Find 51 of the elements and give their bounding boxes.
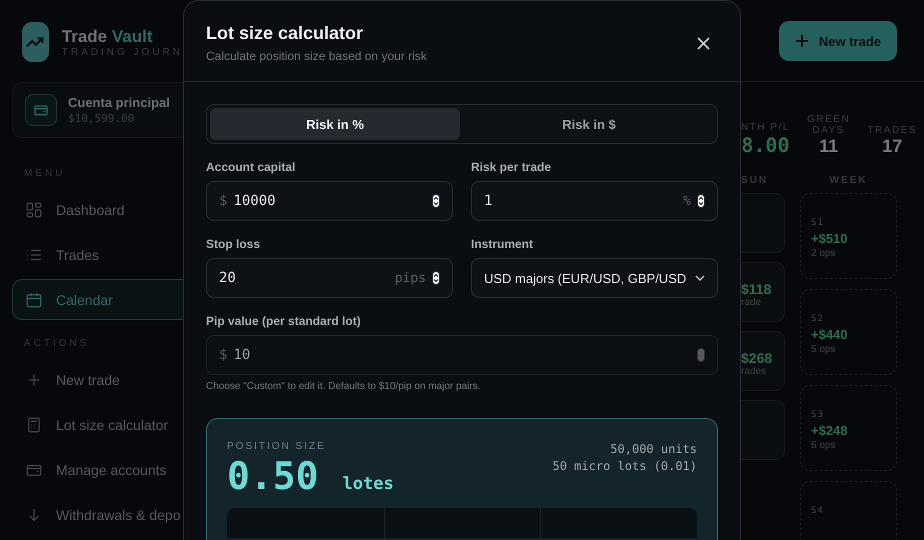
dialog-title: Lot size calculator [206,23,364,44]
sidebar-item[interactable]: Lot size calculator [12,404,183,445]
stat-value: 17 [881,136,904,157]
field-label: Risk per trade [471,160,552,174]
new-trade-button[interactable]: New trade [778,21,897,61]
lot-size-value: 0.50 [227,454,319,498]
risk-mode-tab[interactable]: Risk in $ [464,108,714,140]
brand-name: Trade [62,26,108,46]
field-label: Stop loss [206,237,262,251]
field-label: Account capital [206,160,296,174]
sidebar-item[interactable]: New trade [12,359,183,400]
brand-accent: Vault [112,26,152,46]
calendar-icon [25,290,43,308]
number-input-field[interactable]: 1 % [471,181,718,221]
wallet-icon [25,94,57,126]
close-icon [697,37,710,50]
result-label: POSITION SIZE [227,441,327,452]
brand-tagline: TRADING JOURN [62,46,183,58]
sidebar-item[interactable]: Manage accounts [12,449,183,490]
logo-icon [22,22,49,62]
field-label: Instrument [471,237,534,251]
stat-value: 11 [818,136,840,157]
help-text: Choose "Custom" to edit it. Defaults to $10/pip on major pairs. [206,381,482,392]
sidebar-item[interactable]: Calendar [12,279,183,320]
units-text: 50,000 units [609,441,697,458]
instrument-select[interactable]: USD majors (EUR/USD, GBP/USD [471,258,718,298]
sidebar-item[interactable]: Dashboard [12,189,183,230]
week-summary-card: S2 +$440 5 ops [800,289,897,375]
spinner-icon[interactable] [432,271,440,285]
lot-unit: lotes [342,474,394,494]
calculator-icon [25,416,43,434]
week-summary-card: S4 [800,481,897,540]
number-input-field[interactable]: $ 10000 [206,181,453,221]
micro-lots-text: 50 micro lots (0.01) [552,458,697,475]
account-name: Cuenta principal [68,95,170,110]
field-label: Pip value (per standard lot) [206,314,362,328]
plus-icon [794,34,809,48]
grid-icon [25,200,43,218]
day-cell[interactable] [741,400,785,460]
week-summary-card: S3 +$248 6 ops [800,385,897,471]
day-cell[interactable] [741,193,785,253]
chevron-down-icon [695,275,705,281]
risk-mode-tab[interactable]: Risk in % [210,108,460,140]
sidebar-item[interactable]: Trades [12,234,183,275]
dialog-subtitle: Calculate position size based on your risk [206,49,427,63]
week-summary-card: S1 +$510 2 ops [800,193,897,279]
spinner-icon[interactable] [432,194,440,208]
number-input-field[interactable]: 20 pips [206,258,453,298]
sidebar-item[interactable]: Withdrawals & depo [12,494,183,535]
spinner-icon[interactable] [697,194,705,208]
stat-value: 8.00 [741,133,790,157]
